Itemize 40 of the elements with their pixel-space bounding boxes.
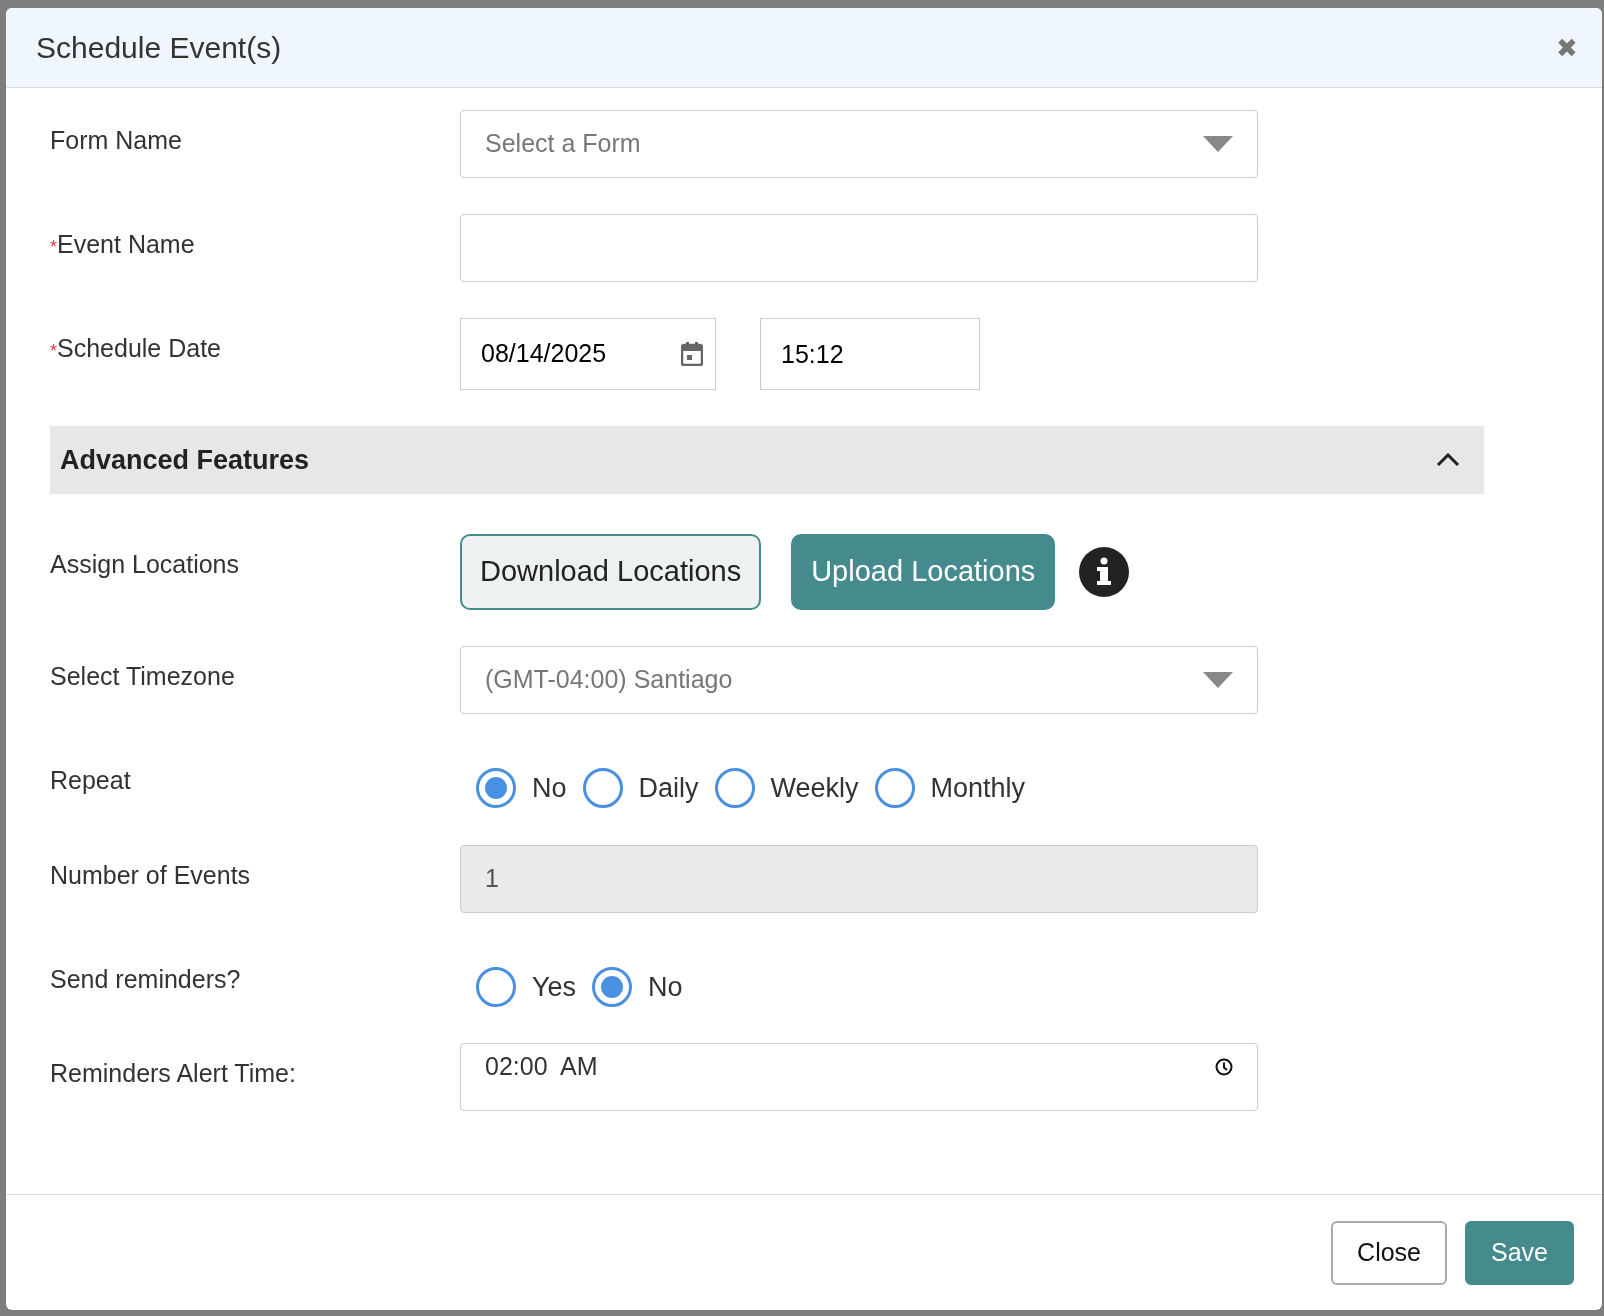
radio-button[interactable]: [714, 768, 755, 809]
clock-icon: [1215, 1058, 1233, 1076]
field-label: *Schedule Date: [50, 333, 223, 364]
text-field[interactable]: [460, 214, 1258, 282]
caret-icon: [1203, 672, 1233, 688]
save-button[interactable]: Save: [1465, 1220, 1574, 1285]
radio-button[interactable]: [592, 966, 633, 1007]
time-field[interactable]: 15:12: [760, 318, 980, 390]
radio-label: No: [648, 970, 683, 1004]
time-field[interactable]: 02:00 AM: [460, 1043, 1258, 1111]
radio-label: Yes: [532, 970, 577, 1004]
field-label: Select Timezone: [50, 661, 236, 692]
upload-button[interactable]: Upload Locations: [791, 534, 1056, 610]
field-label: Form Name: [50, 125, 183, 156]
download-button[interactable]: Download Locations: [460, 534, 762, 610]
radio-label: No: [532, 772, 567, 805]
chevron-icon: [1436, 453, 1460, 467]
section-header[interactable]: Advanced Features: [50, 426, 1484, 494]
radio-label: Monthly: [930, 772, 1026, 805]
info-icon[interactable]: [1079, 547, 1130, 597]
date-field[interactable]: 08/14/2025: [460, 318, 716, 390]
close-button[interactable]: Close: [1331, 1220, 1447, 1285]
field-label: Assign Locations: [50, 549, 240, 580]
modal-title: Schedule Event(s): [36, 30, 282, 66]
radio-label: Weekly: [770, 772, 859, 805]
field-label: Send reminders?: [50, 963, 242, 995]
section-title: Advanced Features: [60, 443, 310, 477]
caret-icon: [1203, 136, 1233, 152]
field-label: Number of Events: [50, 859, 252, 891]
select-field[interactable]: Select a Form: [460, 110, 1258, 178]
select-field[interactable]: (GMT-04:00) Santiago: [460, 646, 1258, 714]
radio-button[interactable]: [476, 768, 516, 809]
radio-button[interactable]: [476, 966, 516, 1007]
radio-button[interactable]: [582, 768, 623, 809]
radio-label: Daily: [638, 772, 699, 805]
calendar-icon: [681, 342, 703, 366]
field-label: Reminders Alert Time:: [50, 1058, 297, 1089]
field-label: Repeat: [50, 765, 132, 796]
radio-button[interactable]: [874, 768, 915, 809]
field-label: *Event Name: [50, 229, 196, 260]
